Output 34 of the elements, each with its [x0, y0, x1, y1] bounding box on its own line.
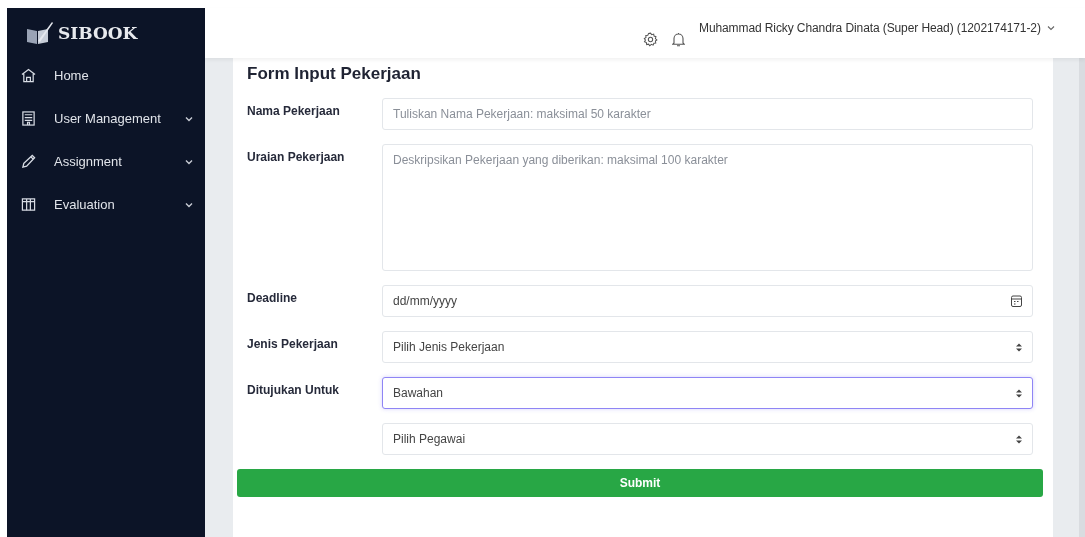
form-title: Form Input Pekerjaan	[247, 64, 422, 84]
user-menu[interactable]: Muhammad Ricky Chandra Dinata (Super Head) (1202174171-2)	[699, 21, 1041, 35]
field-label: Ditujukan Untuk	[247, 382, 340, 397]
chevron-down-icon	[185, 201, 193, 208]
field-label: Jenis Pekerjaan	[247, 336, 339, 351]
sidebar-item[interactable]: Evaluation	[7, 183, 205, 226]
text-input-field[interactable]: Tuliskan Nama Pekerjaan: maksimal 50 karakter	[382, 98, 1033, 130]
sidebar-item[interactable]: Home	[7, 54, 205, 97]
date-field[interactable]: dd/mm/yyyy	[382, 285, 1033, 317]
sort-arrows-icon	[1016, 342, 1022, 352]
sort-arrows-icon	[1016, 434, 1022, 444]
building-icon	[21, 111, 36, 126]
scrollbar[interactable]	[1079, 58, 1085, 537]
sort-arrows-icon	[1016, 388, 1022, 398]
pencil-icon	[21, 154, 36, 169]
chevron-down-icon	[185, 158, 193, 165]
house-icon	[21, 68, 36, 83]
calendar-icon	[1011, 295, 1022, 307]
app-logo-text: SIBOOK	[58, 23, 138, 43]
book-quill-logo-icon	[26, 21, 54, 45]
select-dropdown[interactable]: Pilih Jenis Pekerjaan	[382, 331, 1033, 363]
chevron-down-icon	[185, 115, 193, 122]
select-dropdown[interactable]: Bawahan	[382, 377, 1033, 409]
sidebar-item[interactable]: Assignment	[7, 140, 205, 183]
notification-bell-icon[interactable]	[672, 32, 685, 47]
textarea-field[interactable]: Deskripsikan Pekerjaan yang diberikan: maksimal 100 karakter	[382, 144, 1033, 271]
field-label: Uraian Pekerjaan	[247, 149, 346, 164]
sidebar-item[interactable]: User Management	[7, 97, 205, 140]
table-icon	[21, 197, 36, 212]
chevron-down-icon	[1046, 25, 1055, 31]
field-label: Nama Pekerjaan	[247, 103, 341, 118]
field-label: Deadline	[247, 290, 298, 305]
settings-icon[interactable]	[643, 32, 658, 47]
select-dropdown[interactable]: Pilih Pegawai	[382, 423, 1033, 455]
